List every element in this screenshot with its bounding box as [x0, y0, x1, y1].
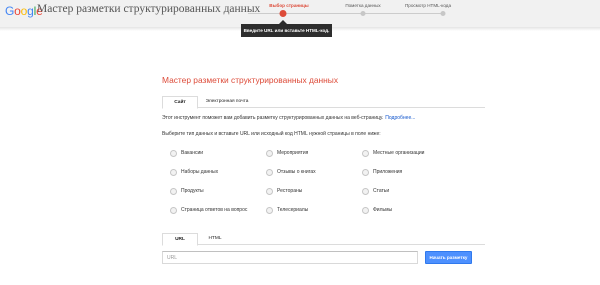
top-bar: Google Мастер разметки структурированных…	[0, 0, 600, 27]
data-type-label: Страница ответов на вопрос	[181, 207, 248, 213]
data-type-label: Наборы данных	[181, 169, 219, 175]
data-type-label: Отзывы о книгах	[277, 169, 316, 175]
tab-website[interactable]: Сайт	[162, 96, 198, 109]
data-type-option[interactable]: Страница ответов на вопрос	[170, 206, 247, 214]
source-tabs: Сайт Электронная почта	[162, 96, 485, 109]
data-type-label: Телесериалы	[277, 207, 309, 213]
radio-circle[interactable]	[170, 206, 177, 214]
step-tooltip: Введите URL или вставьте HTML-код.	[241, 24, 332, 37]
radio-circle[interactable]	[266, 206, 273, 214]
app-title: Мастер разметки структурированных данных	[37, 3, 261, 15]
data-type-label: Мероприятия	[277, 150, 309, 156]
data-type-option[interactable]: Отзывы о книгах	[266, 168, 316, 176]
data-type-option[interactable]: Вакансии	[170, 149, 203, 157]
data-type-label: Статьи	[373, 188, 390, 194]
data-type-option[interactable]: Приложения	[362, 168, 402, 176]
data-type-label: Продукты	[181, 188, 204, 194]
step-view-html-dot	[440, 11, 446, 16]
step-select-page-label[interactable]: Выбор страницы	[269, 3, 308, 8]
tab-email[interactable]: Электронная почта	[202, 96, 252, 108]
radio-circle[interactable]	[170, 168, 177, 176]
data-type-option[interactable]: Статьи	[362, 187, 389, 195]
data-type-label: Фильмы	[373, 207, 393, 213]
radio-circle[interactable]	[362, 168, 369, 176]
radio-circle[interactable]	[266, 149, 273, 157]
data-type-option[interactable]: Продукты	[170, 187, 204, 195]
data-type-label: Вакансии	[181, 150, 204, 156]
data-type-option[interactable]: Наборы данных	[170, 168, 218, 176]
data-type-label: Местные организации	[373, 150, 425, 156]
data-type-option[interactable]: Местные организации	[362, 149, 424, 157]
data-type-option[interactable]: Рестораны	[266, 187, 302, 195]
intro-text: Этот инструмент поможет вам добавить раз…	[162, 115, 415, 121]
step-select-page-dot[interactable]	[279, 10, 287, 17]
radio-circle[interactable]	[362, 187, 369, 195]
tab-url[interactable]: URL	[162, 233, 198, 246]
data-type-option[interactable]: Фильмы	[362, 206, 392, 214]
intro-sentence: Этот инструмент поможет вам добавить раз…	[162, 115, 384, 121]
radio-circle[interactable]	[362, 206, 369, 214]
instructions-text: Выберите тип данных и вставьте URL или и…	[162, 131, 381, 137]
step-tag-data-dot	[360, 11, 366, 16]
radio-circle[interactable]	[170, 187, 177, 195]
start-tagging-button[interactable]: Начать разметку	[425, 251, 472, 264]
radio-circle[interactable]	[170, 149, 177, 157]
radio-circle[interactable]	[362, 149, 369, 157]
data-type-option[interactable]: Мероприятия	[266, 149, 308, 157]
step-tag-data-label: Пометка данных	[345, 3, 381, 8]
steps-progress-line	[248, 13, 443, 14]
url-input[interactable]	[162, 251, 418, 264]
learn-more-link[interactable]: Подробнее...	[385, 115, 415, 121]
tab-html[interactable]: HTML	[198, 233, 232, 245]
data-type-option[interactable]: Телесериалы	[266, 206, 308, 214]
radio-circle[interactable]	[266, 187, 273, 195]
step-view-html-label: Просмотр HTML-кода	[404, 3, 452, 8]
logo-letter: G	[5, 4, 15, 18]
page-source-tabs: URL HTML	[162, 233, 485, 246]
page-title: Мастер разметки структурированных данных	[162, 75, 339, 85]
radio-circle[interactable]	[266, 168, 273, 176]
data-type-label: Приложения	[373, 169, 403, 175]
data-type-label: Рестораны	[277, 188, 303, 194]
